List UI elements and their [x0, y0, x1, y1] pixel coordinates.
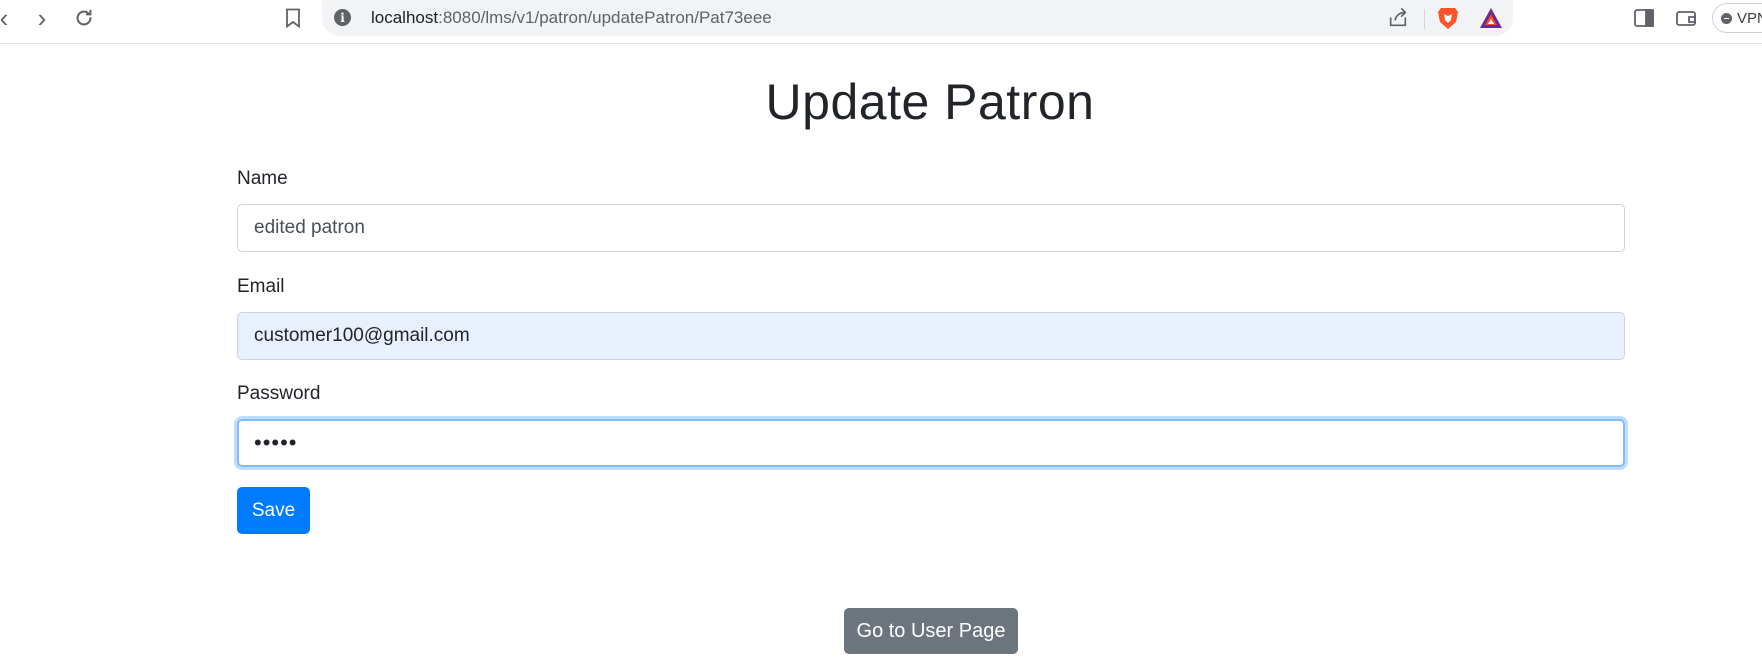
url-text[interactable]: localhost:8080/lms/v1/patron/updatePatro…: [371, 8, 772, 28]
bookmark-icon[interactable]: [282, 6, 304, 30]
password-input[interactable]: •••••: [237, 419, 1625, 467]
page-title-text: Update Patron: [765, 74, 1095, 130]
reload-icon[interactable]: [72, 6, 96, 30]
name-value: edited patron: [254, 217, 365, 238]
share-icon[interactable]: [1386, 6, 1410, 30]
email-label: Email: [237, 276, 285, 297]
vpn-button[interactable]: VPN: [1712, 3, 1762, 33]
chevron-right-icon[interactable]: ›: [30, 3, 54, 33]
sidebar-icon[interactable]: [1633, 7, 1655, 29]
page-title: Update Patron: [0, 72, 1762, 132]
password-value: •••••: [254, 430, 298, 455]
browser-toolbar: ‹ › i localhost:8080/lms/v1/patron/updat…: [0, 0, 1762, 44]
url-path: :8080/lms/v1/patron/updatePatron/Pat73ee…: [438, 8, 772, 27]
url-host: localhost: [371, 8, 439, 27]
name-input[interactable]: edited patron: [237, 204, 1625, 252]
address-bar[interactable]: i localhost:8080/lms/v1/patron/updatePat…: [322, 0, 1513, 36]
vpn-status-icon: [1721, 12, 1732, 24]
wallet-icon[interactable]: [1675, 7, 1697, 29]
chevron-left-icon[interactable]: ‹: [0, 3, 16, 33]
vpn-label: VPN: [1737, 9, 1762, 27]
info-icon[interactable]: i: [334, 9, 351, 26]
bat-triangle-icon[interactable]: [1478, 6, 1504, 30]
toolbar-divider: [1424, 9, 1425, 29]
go-to-user-page-button[interactable]: Go to User Page: [844, 608, 1018, 654]
email-input[interactable]: customer100@gmail.com: [237, 312, 1625, 360]
save-button[interactable]: Save: [237, 487, 310, 534]
brave-shield-icon[interactable]: [1436, 5, 1460, 31]
name-label: Name: [237, 168, 288, 189]
password-label: Password: [237, 383, 321, 404]
email-value: customer100@gmail.com: [254, 325, 470, 346]
